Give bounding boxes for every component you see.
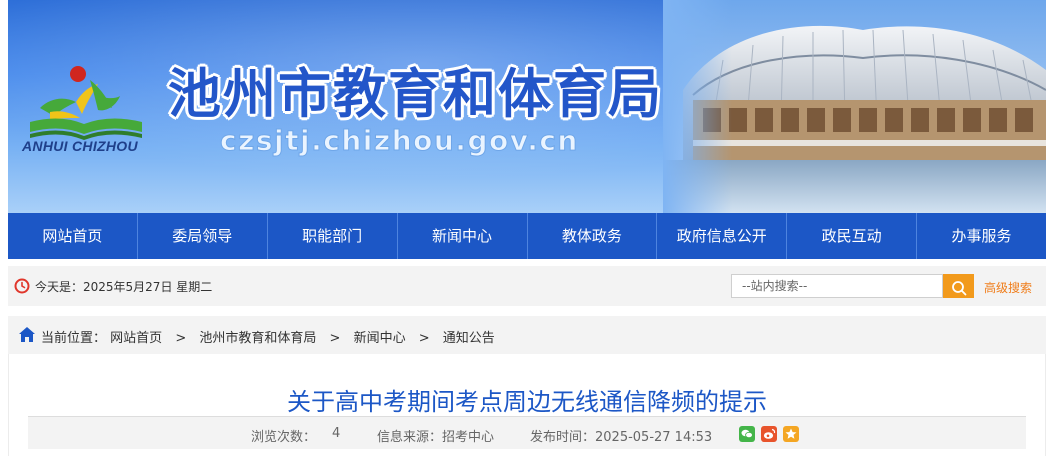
search-icon xyxy=(951,281,966,296)
site-title: 池州市教育和体育局 xyxy=(168,64,663,125)
home-icon xyxy=(19,327,35,342)
nav-item-interaction[interactable]: 政民互动 xyxy=(787,213,918,259)
weibo-icon xyxy=(763,428,776,439)
breadcrumb-item-news[interactable]: 新闻中心 xyxy=(354,331,406,346)
page: ANHUI CHIZHOU 池州市教育和体育局 czsjtj.chizhou.g… xyxy=(0,0,1054,456)
logo-text: ANHUI CHIZHOU xyxy=(22,138,138,154)
nav-item-home[interactable]: 网站首页 xyxy=(8,213,138,259)
clock-icon xyxy=(14,278,30,294)
views-label: 浏览次数： xyxy=(251,430,317,445)
article-meta: 浏览次数： 4 信息来源：招考中心 发布时间：2025-05-27 14:53 xyxy=(28,417,1026,449)
breadcrumb: 当前位置： 网站首页 > 池州市教育和体育局 > 新闻中心 > 通知公告 xyxy=(8,316,1046,354)
breadcrumb-separator: > xyxy=(175,331,187,346)
nav-item-news[interactable]: 新闻中心 xyxy=(398,213,528,259)
search-input[interactable] xyxy=(731,274,943,298)
breadcrumb-item-bureau[interactable]: 池州市教育和体育局 xyxy=(199,331,316,346)
today-date: 今天是：2025年5月27日 星期二 xyxy=(35,280,213,294)
breadcrumb-label: 当前位置： xyxy=(41,331,107,346)
wechat-share-button[interactable] xyxy=(739,426,755,442)
nav-item-services[interactable]: 办事服务 xyxy=(917,213,1046,259)
main-nav: 网站首页 委局领导 职能部门 新闻中心 教体政务 政府信息公开 政民互动 办事服… xyxy=(8,213,1046,259)
info-bar: 今天是：2025年5月27日 星期二 高级搜索 xyxy=(8,266,1046,306)
header-banner: ANHUI CHIZHOU 池州市教育和体育局 czsjtj.chizhou.g… xyxy=(8,0,1046,213)
nav-item-leadership[interactable]: 委局领导 xyxy=(138,213,268,259)
article-title: 关于高中考期间考点周边无线通信降频的提示 xyxy=(287,388,767,416)
search-button[interactable] xyxy=(943,274,974,298)
breadcrumb-item-home[interactable]: 网站首页 xyxy=(110,331,162,346)
site-domain: czsjtj.chizhou.gov.cn xyxy=(220,124,579,158)
nav-item-departments[interactable]: 职能部门 xyxy=(268,213,398,259)
favorite-button[interactable] xyxy=(783,426,799,442)
weibo-share-button[interactable] xyxy=(761,426,777,442)
views-count: 4 xyxy=(332,426,341,441)
breadcrumb-trail: 当前位置： 网站首页 > 池州市教育和体育局 > 新闻中心 > 通知公告 xyxy=(41,327,495,346)
advanced-search-link[interactable]: 高级搜索 xyxy=(984,279,1032,296)
breadcrumb-item-notices[interactable]: 通知公告 xyxy=(443,331,495,346)
nav-item-info-disclosure[interactable]: 政府信息公开 xyxy=(657,213,788,259)
wechat-icon xyxy=(741,429,753,439)
nav-item-affairs[interactable]: 教体政务 xyxy=(528,213,658,259)
stadium-image xyxy=(663,0,1046,213)
publish-time: 发布时间：2025-05-27 14:53 xyxy=(530,430,713,445)
breadcrumb-separator: > xyxy=(418,331,430,346)
info-source: 信息来源：招考中心 xyxy=(377,430,495,445)
favorite-icon xyxy=(785,428,797,439)
breadcrumb-separator: > xyxy=(329,331,341,346)
